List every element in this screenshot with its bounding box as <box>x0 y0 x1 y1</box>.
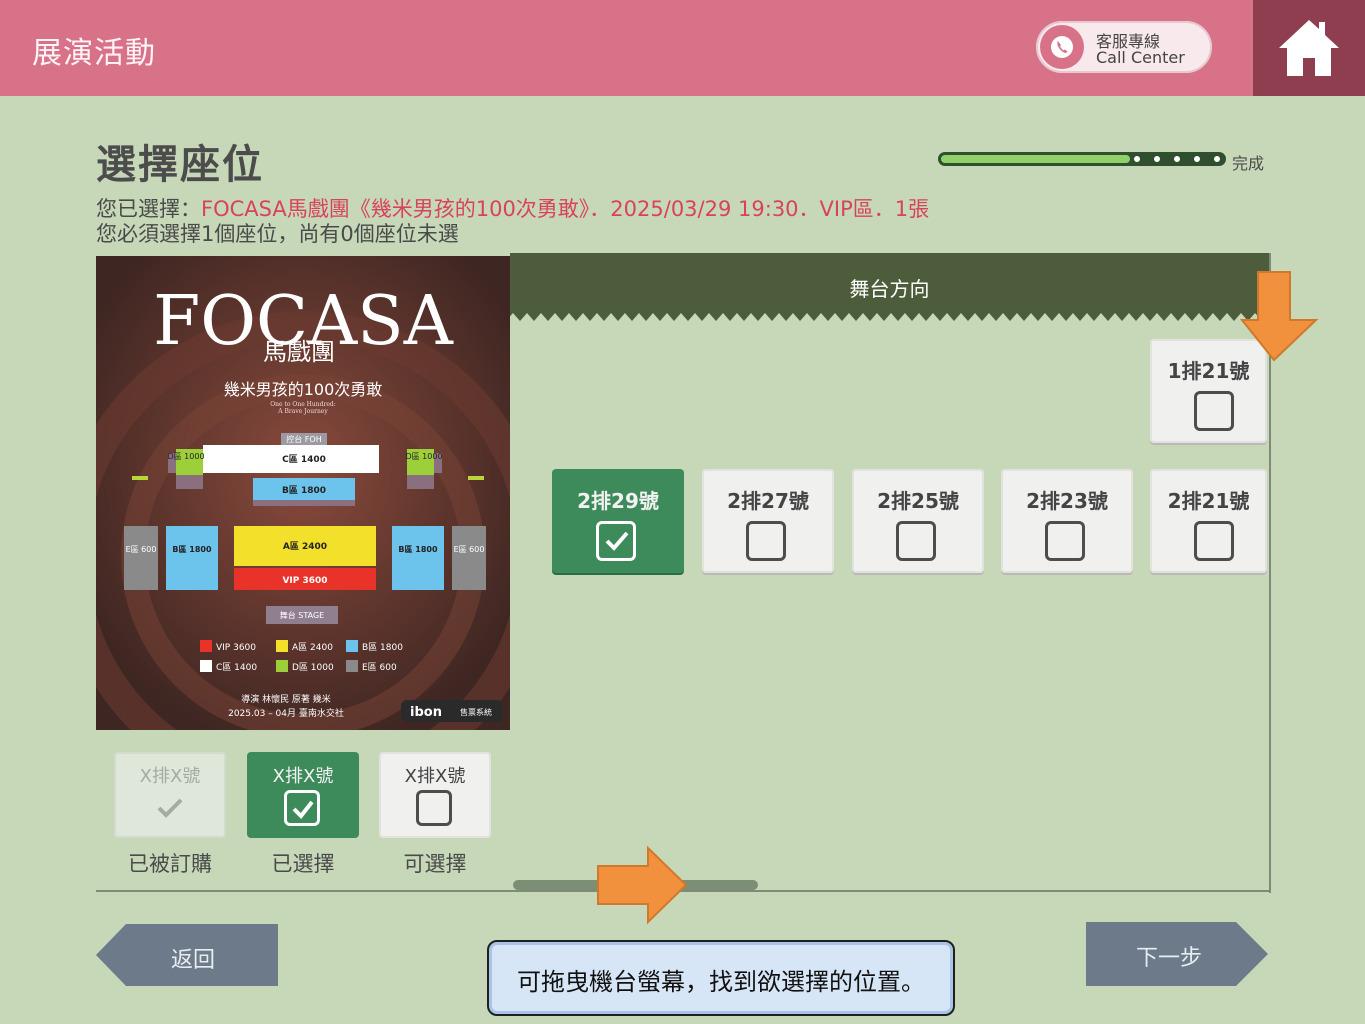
poster-legend-item: VIP 3600 <box>216 643 256 653</box>
seat-checkbox <box>746 521 786 561</box>
legend-caption-available: 可選擇 <box>403 852 467 876</box>
poster-brand-sub: 馬戲團 <box>263 338 335 366</box>
zone-b-center-label: B區 1800 <box>282 485 326 496</box>
next-button-label: 下一步 <box>1135 946 1202 971</box>
progress-step-dot <box>1154 156 1160 162</box>
stage-direction-label: 舞台方向 <box>849 277 930 301</box>
poster-credit-1: 導演 林懷民 原著 幾米 <box>241 693 331 705</box>
zone-vip-label: VIP 3600 <box>282 576 327 586</box>
seat-row2-29[interactable]: 2排29號 <box>552 469 684 573</box>
seat-row2-23[interactable]: 2排23號 <box>1001 469 1133 573</box>
checkmark-icon <box>292 800 314 820</box>
zone-e-right-label: E區 600 <box>454 545 485 554</box>
seat-checkbox-checked <box>596 521 636 561</box>
phone-icon <box>1040 25 1084 69</box>
arrow-down-icon <box>1240 271 1319 362</box>
legend-caption-selected: 已選擇 <box>271 852 335 876</box>
drag-tip-callout: 可拖曳機台螢幕，找到欲選擇的位置。 <box>487 940 955 1016</box>
app-title: 展演活動 <box>32 36 156 71</box>
seat-checkbox <box>896 521 936 561</box>
seat-row2-21[interactable]: 2排21號 <box>1150 469 1267 573</box>
seat-label: 2排21號 <box>1167 489 1250 513</box>
page-title: 選擇座位 <box>96 142 264 188</box>
seat-checkbox <box>416 790 452 826</box>
legend-selected-seat: X排X號 <box>247 752 359 838</box>
seat-checkbox <box>1194 521 1234 561</box>
next-button[interactable]: 下一步 <box>1086 922 1268 986</box>
back-button[interactable]: 返回 <box>96 924 278 986</box>
call-center-label-en: Call Center <box>1096 48 1185 67</box>
back-button-label: 返回 <box>170 948 215 973</box>
poster-subtitle-en-1: One to One Hundred: <box>270 401 336 408</box>
poster-legend-item: A區 2400 <box>292 642 333 653</box>
seat-label: 2排25號 <box>877 489 959 513</box>
poster-legend-item: C區 1400 <box>216 662 257 673</box>
poster-legend-item: D區 1000 <box>292 662 334 673</box>
seat-label: 2排27號 <box>727 489 809 513</box>
checkmark-icon <box>157 798 183 818</box>
progress-step-dot <box>1174 156 1180 162</box>
zone-e-left-label: E區 600 <box>126 545 157 554</box>
home-icon <box>1279 20 1339 76</box>
legend-seat-label: X排X號 <box>272 766 334 787</box>
legend-booked-seat: X排X號 <box>114 752 226 838</box>
seat-checkbox-checked <box>284 790 320 826</box>
checkmark-icon <box>605 531 629 551</box>
zone-b-left-label: B區 1800 <box>172 545 212 554</box>
venue-seating-map: FOCASA 馬戲團 幾米男孩的100次勇敢 One to One Hundre… <box>96 256 510 730</box>
progress-step-dot <box>1214 156 1220 162</box>
poster-legend-item: B區 1800 <box>362 642 403 653</box>
poster-ibon-sub: 售票系統 <box>460 707 492 717</box>
zone-a-label: A區 2400 <box>283 541 327 552</box>
poster-legend-item: E區 600 <box>362 662 397 673</box>
legend-caption-booked: 已被訂購 <box>128 852 212 876</box>
stage-band: 舞台方向 <box>510 253 1269 321</box>
zone-foh: 控台 FOH <box>286 434 321 444</box>
arrow-right-icon <box>597 846 688 924</box>
progress-fill <box>941 155 1130 163</box>
zone-d-right-label: D區 1000 <box>405 452 442 461</box>
legend-seat-label: X排X號 <box>404 766 466 787</box>
legend-available-seat: X排X號 <box>379 752 491 838</box>
zone-c-label: C區 1400 <box>282 454 326 465</box>
poster-subtitle-en-2: A Brave Journey <box>277 408 328 415</box>
seat-checkbox <box>1194 391 1234 431</box>
seat-label: 2排23號 <box>1026 489 1108 513</box>
seat-requirement: 您必須選擇1個座位，尚有0個座位未選 <box>96 222 459 246</box>
legend-seat-label: X排X號 <box>139 766 201 787</box>
seat-map-panel[interactable]: 舞台方向 1排21號 2排29號 2排27號 2排25號 2排23號 2排21號 <box>510 253 1271 893</box>
zone-b-right-label: B區 1800 <box>398 545 438 554</box>
poster-show-title: 幾米男孩的100次勇敢 <box>224 380 383 399</box>
progress-step-dot <box>1134 156 1140 162</box>
seat-row2-25[interactable]: 2排25號 <box>852 469 984 573</box>
seat-checkbox <box>1045 521 1085 561</box>
event-poster: FOCASA 馬戲團 幾米男孩的100次勇敢 One to One Hundre… <box>96 256 510 730</box>
zone-stage-label: 舞台 STAGE <box>280 610 324 620</box>
poster-credit-2: 2025.03 – 04月 臺南水交社 <box>228 707 344 719</box>
progress-step-dot <box>1194 156 1200 162</box>
call-center-button[interactable]: 客服專線 Call Center <box>1036 21 1212 73</box>
seat-row2-27[interactable]: 2排27號 <box>702 469 834 573</box>
home-button[interactable] <box>1253 0 1365 96</box>
progress-bar <box>938 152 1226 166</box>
poster-ibon-logo: ibon <box>410 705 442 720</box>
zone-d-left-label: D區 1000 <box>167 452 204 461</box>
progress-label: 完成 <box>1232 154 1265 173</box>
drag-tip-text: 可拖曳機台螢幕，找到欲選擇的位置。 <box>517 968 925 996</box>
seat-label: 2排29號 <box>577 489 659 513</box>
